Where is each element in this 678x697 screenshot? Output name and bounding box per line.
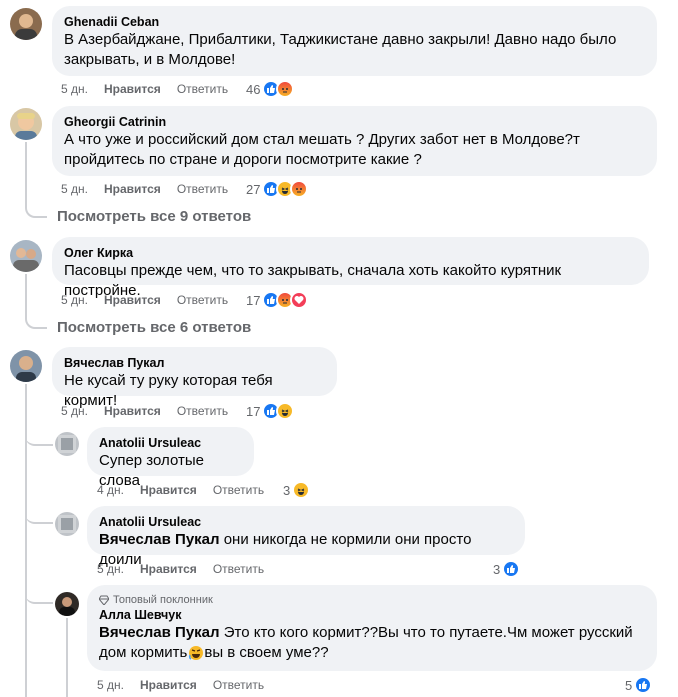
reply-text-body: Это кто кого кормит??Вы что то путаете.Ч… bbox=[219, 624, 633, 641]
comment-author[interactable]: Gheorgii Catrinin bbox=[64, 114, 645, 130]
like-button[interactable]: Нравится bbox=[140, 678, 197, 692]
reaction-count: 27 bbox=[246, 181, 261, 197]
rolling-laugh-emoji-icon bbox=[189, 646, 204, 660]
comment-author[interactable]: Вячеслав Пукал bbox=[64, 355, 325, 371]
reaction-count: 17 bbox=[246, 403, 261, 419]
avatar[interactable] bbox=[55, 592, 79, 616]
comment-bubble: Олег Кирка Пасовцы прежде чем, что то за… bbox=[52, 237, 649, 299]
diamond-icon bbox=[99, 595, 109, 605]
reaction-summary[interactable]: 17 bbox=[246, 291, 309, 309]
reaction-summary[interactable]: 27 bbox=[246, 180, 309, 198]
reply-text: дом кормить вы в своем уме?? bbox=[99, 643, 645, 663]
comment-author[interactable]: Олег Кирка bbox=[64, 245, 637, 261]
reply-text-body: дом кормить bbox=[99, 644, 188, 661]
comment-text: пройдитесь по стране и дороги посмотрите… bbox=[64, 151, 422, 168]
reply-author[interactable]: Anatolii Ursuleac bbox=[99, 514, 513, 530]
comment-actions: 5 дн. Нравится Ответить bbox=[61, 182, 244, 196]
reply-author[interactable]: Алла Шевчук bbox=[99, 607, 645, 623]
reaction-summary[interactable]: 46 bbox=[246, 80, 295, 98]
reply-button[interactable]: Ответить bbox=[177, 182, 228, 196]
reply-button[interactable]: Ответить bbox=[213, 483, 264, 497]
reply-button[interactable]: Ответить bbox=[213, 562, 264, 576]
reply-time[interactable]: 5 дн. bbox=[97, 562, 124, 576]
comment-actions: 5 дн. Нравится Ответить bbox=[61, 82, 244, 96]
view-replies-link[interactable]: Посмотреть все 9 ответов bbox=[57, 208, 251, 225]
comment-author[interactable]: Ghenadii Ceban bbox=[64, 14, 645, 30]
reply-button[interactable]: Ответить bbox=[177, 293, 228, 307]
heart-reaction-icon bbox=[290, 291, 309, 309]
thread-line bbox=[25, 582, 53, 604]
like-button[interactable]: Нравится bbox=[140, 483, 197, 497]
haha-reaction-icon bbox=[276, 402, 295, 420]
mention-link[interactable]: Вячеслав Пукал bbox=[99, 531, 220, 548]
reaction-count: 3 bbox=[493, 561, 501, 577]
reaction-summary[interactable]: 17 bbox=[246, 402, 295, 420]
angry-reaction-icon bbox=[290, 180, 309, 198]
avatar[interactable] bbox=[10, 8, 42, 40]
comment-time[interactable]: 5 дн. bbox=[61, 293, 88, 307]
reply-bubble: Anatolii Ursuleac Супер золотые слова bbox=[87, 427, 254, 489]
comment-time[interactable]: 5 дн. bbox=[61, 182, 88, 196]
comment-text: закрывать, и в Молдове! bbox=[64, 51, 236, 68]
thread-line bbox=[25, 420, 53, 446]
thread-line bbox=[25, 500, 53, 524]
comment-bubble: Gheorgii Catrinin А что уже и российский… bbox=[52, 106, 657, 176]
comment-bubble: Вячеслав Пукал Не кусай ту руку которая … bbox=[52, 347, 337, 409]
reply-button[interactable]: Ответить bbox=[177, 404, 228, 418]
mention-link[interactable]: Вячеслав Пукал bbox=[99, 624, 220, 641]
avatar[interactable] bbox=[55, 432, 79, 456]
reply-actions: 5 дн. Нравится Ответить bbox=[97, 678, 280, 692]
like-button[interactable]: Нравится bbox=[104, 404, 161, 418]
badge-label: Топовый поклонник bbox=[113, 594, 213, 606]
comment-text: В Азербайджане, Прибалтики, Таджикистане… bbox=[64, 31, 617, 48]
reply-text: Вячеслав Пукал Это кто кого кормит??Вы ч… bbox=[99, 623, 645, 643]
reply-button[interactable]: Ответить bbox=[177, 82, 228, 96]
comment-time[interactable]: 5 дн. bbox=[61, 404, 88, 418]
reaction-count: 5 bbox=[625, 677, 633, 693]
comment-time[interactable]: 5 дн. bbox=[61, 82, 88, 96]
view-replies-link[interactable]: Посмотреть все 6 ответов bbox=[57, 319, 251, 336]
like-button[interactable]: Нравится bbox=[140, 562, 197, 576]
top-fan-badge: Топовый поклонник bbox=[99, 593, 645, 607]
comment-bubble: Ghenadii Ceban В Азербайджане, Прибалтик… bbox=[52, 6, 657, 76]
avatar[interactable] bbox=[10, 350, 42, 382]
reaction-summary[interactable]: 3 bbox=[493, 560, 521, 578]
avatar[interactable] bbox=[10, 108, 42, 140]
reply-text-body: вы в своем уме?? bbox=[204, 644, 329, 661]
like-reaction-icon bbox=[634, 676, 653, 694]
reaction-count: 46 bbox=[246, 81, 261, 97]
thread-line bbox=[25, 274, 47, 329]
thread-line bbox=[25, 142, 47, 218]
reply-time[interactable]: 4 дн. bbox=[97, 483, 124, 497]
like-button[interactable]: Нравится bbox=[104, 293, 161, 307]
haha-reaction-icon bbox=[292, 481, 311, 499]
like-reaction-icon bbox=[502, 560, 521, 578]
reaction-count: 17 bbox=[246, 292, 261, 308]
like-button[interactable]: Нравится bbox=[104, 182, 161, 196]
reaction-count: 3 bbox=[283, 482, 291, 498]
reply-button[interactable]: Ответить bbox=[213, 678, 264, 692]
thread-line bbox=[66, 618, 68, 697]
reply-bubble: Anatolii Ursuleac Вячеслав Пукал они ник… bbox=[87, 506, 525, 568]
reply-bubble: Топовый поклонник Алла Шевчук Вячеслав П… bbox=[87, 585, 657, 671]
comment-actions: 5 дн. Нравится Ответить bbox=[61, 293, 244, 307]
reaction-summary[interactable]: 3 bbox=[283, 481, 311, 499]
reaction-summary[interactable]: 5 bbox=[625, 676, 653, 694]
avatar[interactable] bbox=[10, 240, 42, 272]
avatar[interactable] bbox=[55, 512, 79, 536]
reply-actions: 5 дн. Нравится Ответить bbox=[97, 562, 280, 576]
reply-time[interactable]: 5 дн. bbox=[97, 678, 124, 692]
comment-actions: 5 дн. Нравится Ответить bbox=[61, 404, 244, 418]
comment-text: А что уже и российский дом стал мешать ?… bbox=[64, 131, 580, 148]
reply-actions: 4 дн. Нравится Ответить bbox=[97, 483, 280, 497]
reply-author[interactable]: Anatolii Ursuleac bbox=[99, 435, 242, 451]
angry-reaction-icon bbox=[276, 80, 295, 98]
like-button[interactable]: Нравится bbox=[104, 82, 161, 96]
